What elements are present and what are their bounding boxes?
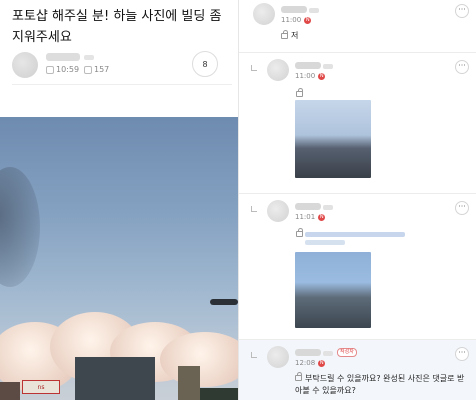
post-time: 10:59 bbox=[46, 65, 79, 74]
comment-item: 11:00 N ··· bbox=[239, 53, 476, 194]
author-level-blurred bbox=[84, 55, 94, 60]
commenter-name-blurred[interactable] bbox=[295, 349, 321, 356]
post-time-text: 10:59 bbox=[56, 65, 80, 74]
lock-icon bbox=[296, 228, 303, 237]
comment-item: 11:01 N ··· bbox=[239, 194, 476, 340]
commenter-avatar[interactable] bbox=[267, 59, 289, 81]
comment-item: 11:00 N 저 ··· bbox=[239, 0, 476, 53]
comment-panel: 11:00 N 저 ··· 11:00 N ··· 11:01 N ··· 작성… bbox=[238, 0, 476, 400]
new-badge-icon: N bbox=[304, 16, 312, 24]
comment-text: 부탁드릴 수 있을까요? 완성된 사진은 댓글로 받아볼 수 있을까요? bbox=[295, 374, 465, 395]
building bbox=[178, 366, 200, 400]
comment-text-blurred bbox=[305, 240, 345, 245]
comment-time: 11:00 N bbox=[295, 72, 326, 80]
commenter-avatar[interactable] bbox=[267, 200, 289, 222]
author-avatar[interactable] bbox=[12, 52, 38, 78]
commenter-name-blurred[interactable] bbox=[281, 6, 307, 13]
street-lamp bbox=[210, 299, 238, 305]
comment-time: 11:00 N bbox=[281, 16, 312, 24]
attached-image[interactable] bbox=[295, 100, 371, 178]
new-badge-icon: N bbox=[318, 359, 326, 367]
new-badge-icon: N bbox=[318, 213, 326, 221]
post-views-text: 157 bbox=[94, 65, 110, 74]
building bbox=[200, 388, 238, 400]
attached-image[interactable] bbox=[295, 252, 371, 328]
comment-item: 작성자 12:08 N 부탁드릴 수 있을까요? 완성된 사진은 댓글로 받아볼… bbox=[239, 340, 476, 400]
divider bbox=[12, 84, 232, 85]
post-title: 포토샵 해주실 분! 하늘 사진에 빌딩 좀 지워주세요 bbox=[12, 9, 222, 45]
commenter-avatar[interactable] bbox=[267, 346, 289, 368]
comment-count-button[interactable]: 8 bbox=[192, 51, 218, 77]
comment-time-text: 11:01 bbox=[295, 213, 316, 221]
comment-time-text: 11:00 bbox=[281, 16, 302, 24]
author-name-blurred[interactable] bbox=[46, 53, 80, 61]
reply-indicator bbox=[251, 65, 257, 71]
post-photo[interactable]: ns bbox=[0, 117, 238, 400]
comment-time: 12:08 N bbox=[295, 359, 326, 367]
building bbox=[75, 357, 155, 400]
new-badge-icon: N bbox=[318, 72, 326, 80]
dark-cloud bbox=[0, 167, 40, 287]
commenter-level-blurred bbox=[309, 8, 319, 13]
store-sign: ns bbox=[22, 380, 60, 394]
comment-time-text: 12:08 bbox=[295, 359, 316, 367]
comment-time-text: 11:00 bbox=[295, 72, 316, 80]
comment-body: 부탁드릴 수 있을까요? 완성된 사진은 댓글로 받아볼 수 있을까요? bbox=[295, 372, 465, 397]
more-button[interactable]: ··· bbox=[455, 4, 469, 18]
reply-indicator bbox=[251, 352, 257, 358]
comment-text-blurred bbox=[305, 232, 405, 237]
post-panel: 포토샵 해주실 분! 하늘 사진에 빌딩 좀 지워주세요 10:59 157 8… bbox=[0, 0, 238, 400]
reply-indicator bbox=[251, 206, 257, 212]
view-icon bbox=[84, 65, 92, 74]
lock-icon bbox=[281, 30, 288, 39]
clock-icon bbox=[46, 65, 54, 74]
building bbox=[0, 382, 20, 400]
more-button[interactable]: ··· bbox=[455, 60, 469, 74]
commenter-level-blurred bbox=[323, 351, 333, 356]
author-badge: 작성자 bbox=[337, 348, 357, 357]
lock-icon bbox=[296, 88, 303, 97]
more-button[interactable]: ··· bbox=[455, 347, 469, 361]
commenter-avatar[interactable] bbox=[253, 3, 275, 25]
comment-time: 11:01 N bbox=[295, 213, 326, 221]
lock-icon bbox=[295, 372, 302, 381]
commenter-level-blurred bbox=[323, 64, 333, 69]
commenter-name-blurred[interactable] bbox=[295, 62, 321, 69]
store-sign-text: ns bbox=[37, 383, 45, 391]
post-views: 157 bbox=[84, 65, 109, 74]
commenter-name-blurred[interactable] bbox=[295, 203, 321, 210]
commenter-level-blurred bbox=[323, 205, 333, 210]
more-button[interactable]: ··· bbox=[455, 201, 469, 215]
comment-body: 저 bbox=[281, 30, 298, 42]
comment-text: 저 bbox=[291, 31, 299, 40]
